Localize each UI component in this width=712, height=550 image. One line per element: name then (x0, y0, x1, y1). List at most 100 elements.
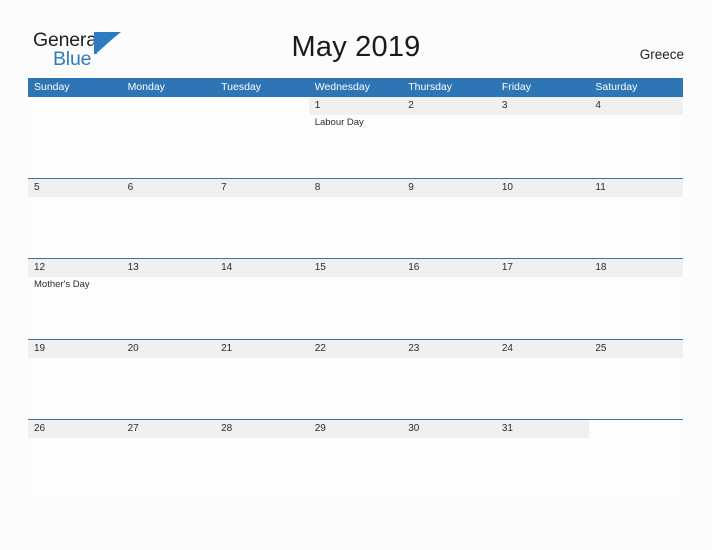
day-number-band (122, 97, 216, 115)
day-number: 3 (501, 100, 508, 111)
day-cell[interactable]: 25 (589, 339, 683, 420)
week-cells: 12 Mother's Day 13 14 15 16 17 18 (28, 259, 683, 339)
day-cell[interactable]: 18 (589, 259, 683, 339)
calendar-week-row: 5 6 7 8 9 10 11 (28, 177, 683, 259)
calendar-week-row: 12 Mother's Day 13 14 15 16 17 18 (28, 258, 683, 339)
holiday-label: Labour Day (314, 117, 364, 128)
weekday-header-row: Sunday Monday Tuesday Wednesday Thursday Frid… (28, 78, 683, 97)
day-number: 24 (501, 342, 513, 354)
day-cell[interactable]: 10 (495, 178, 590, 259)
day-cell[interactable]: 29 (308, 420, 403, 500)
day-cell[interactable]: 24 (495, 339, 590, 420)
day-number: 22 (314, 342, 326, 354)
page-header: General Blue May 2019 Greece (0, 0, 712, 76)
day-number: 14 (221, 262, 233, 273)
day-number: 29 (314, 423, 326, 434)
day-cell[interactable]: 28 (215, 420, 309, 500)
day-cell[interactable]: 15 (308, 259, 403, 339)
day-number: 7 (221, 181, 227, 193)
day-number: 15 (314, 262, 326, 273)
day-number: 8 (314, 181, 321, 193)
day-cell[interactable]: 6 (121, 178, 216, 259)
day-number: 10 (501, 181, 513, 193)
day-number-band (28, 178, 122, 197)
day-number: 16 (408, 262, 420, 273)
day-number-band (589, 420, 683, 438)
calendar-week-row: 1 Labour Day 2 3 4 (28, 97, 683, 178)
day-cell[interactable]: 20 (121, 339, 216, 420)
calendar-page: General Blue May 2019 Greece Sunday Monda… (0, 0, 712, 550)
day-cell[interactable]: 27 (121, 420, 216, 500)
calendar-table: Sunday Monday Tuesday Wednesday Thursday Frid… (28, 78, 683, 500)
day-cell[interactable]: 13 (121, 259, 216, 339)
day-number: 12 (34, 262, 46, 273)
day-cell[interactable]: 8 (308, 178, 403, 259)
day-cell-empty (28, 97, 122, 178)
weekday-header-saturday: Saturday (595, 81, 638, 93)
weekday-header-wednesday: Wednesday (314, 81, 370, 93)
day-number: 11 (595, 181, 606, 193)
day-number-band (121, 178, 216, 197)
day-cell-empty (589, 420, 683, 500)
day-number: 4 (595, 100, 601, 111)
day-cell[interactable]: 4 (589, 97, 683, 178)
day-cell[interactable]: 17 (495, 259, 590, 339)
weekday-header-friday: Friday (501, 81, 531, 93)
day-number: 26 (34, 423, 46, 434)
day-number: 17 (501, 262, 513, 273)
day-cell[interactable]: 1 Labour Day (308, 97, 403, 178)
day-cell[interactable]: 31 (495, 420, 590, 500)
day-number: 18 (595, 262, 607, 273)
day-number: 9 (408, 181, 414, 193)
day-cell[interactable]: 11 (589, 178, 683, 259)
weekday-header-thursday: Thursday (408, 81, 453, 93)
day-cell[interactable]: 7 (215, 178, 309, 259)
day-number-band (28, 97, 122, 115)
day-cell[interactable]: 16 (402, 259, 496, 339)
page-title: May 2019 (291, 31, 421, 63)
day-cell[interactable]: 21 (215, 339, 309, 420)
day-number: 1 (314, 100, 321, 111)
day-cell[interactable]: 5 (28, 178, 122, 259)
weekday-header-sunday: Sunday (34, 81, 70, 93)
weekday-header-monday: Monday (127, 81, 165, 93)
day-number: 31 (501, 423, 513, 434)
day-cell[interactable]: 12 Mother's Day (28, 259, 122, 339)
day-number: 23 (408, 342, 420, 354)
day-cell[interactable]: 22 (308, 339, 403, 420)
country-label: Greece (639, 47, 684, 62)
week-cells: 19 20 21 22 23 24 25 (28, 339, 683, 420)
day-number-band (215, 97, 309, 115)
day-cell[interactable]: 30 (402, 420, 496, 500)
day-number: 20 (127, 342, 139, 354)
day-cell[interactable]: 19 (28, 339, 122, 420)
day-number: 2 (408, 100, 414, 111)
calendar-weeks: 1 Labour Day 2 3 4 5 6 7 8 9 10 11 12 Mother's Day 13 1… (28, 97, 683, 500)
week-cells: 26 27 28 29 30 31 (28, 420, 683, 500)
calendar-week-row: 19 20 21 22 23 24 25 (28, 338, 683, 420)
day-number-band (495, 97, 590, 115)
day-cell[interactable]: 9 (402, 178, 496, 259)
day-cell[interactable]: 23 (402, 339, 496, 420)
calendar-week-row: 26 27 28 29 30 31 (28, 419, 683, 500)
day-number: 21 (221, 342, 233, 354)
day-cell[interactable]: 14 (215, 259, 309, 339)
day-number: 28 (221, 423, 233, 434)
day-cell[interactable]: 2 (402, 97, 496, 178)
day-number: 25 (595, 342, 607, 354)
day-number-band (308, 97, 403, 115)
day-number: 19 (34, 342, 46, 354)
day-cell-empty (122, 97, 216, 178)
week-cells: 5 6 7 8 9 10 11 (28, 178, 683, 259)
week-cells: 1 Labour Day 2 3 4 (28, 97, 683, 178)
day-number: 13 (127, 262, 139, 273)
day-number-band (308, 178, 403, 197)
day-cell[interactable]: 3 (495, 97, 590, 178)
day-number: 5 (34, 181, 40, 193)
day-number-band (402, 97, 496, 115)
day-cell[interactable]: 26 (28, 420, 122, 500)
weekday-header-tuesday: Tuesday (221, 81, 262, 93)
holiday-label: Mother's Day (34, 279, 90, 290)
day-number-band (215, 178, 309, 197)
day-number: 27 (127, 423, 139, 434)
